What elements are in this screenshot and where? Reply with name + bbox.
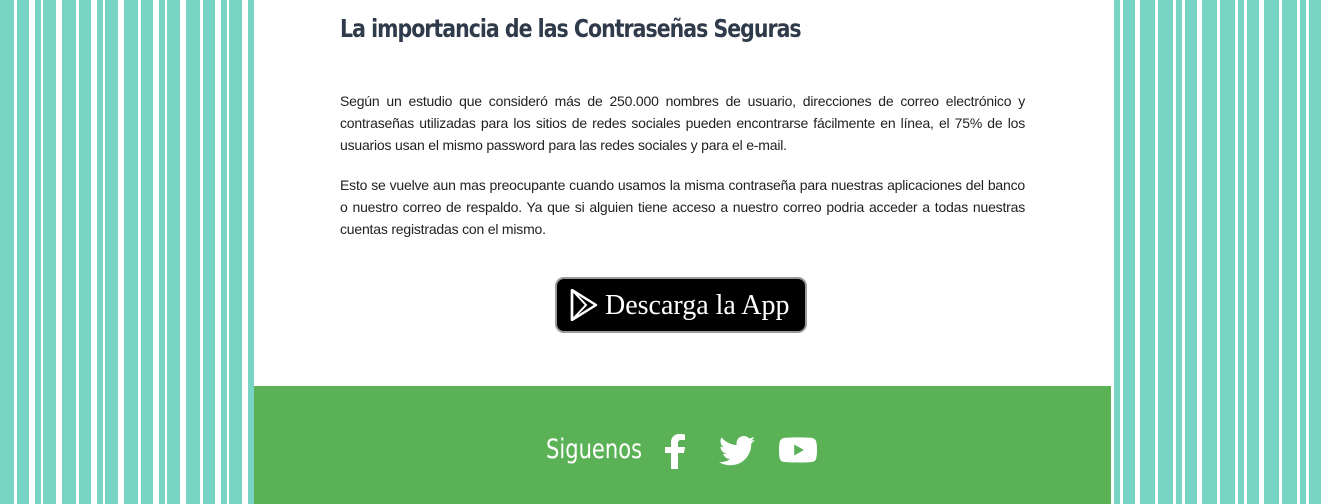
follow-us-label: Siguenos [546, 434, 643, 465]
left-stripe-background [0, 0, 254, 504]
facebook-icon[interactable] [664, 434, 686, 469]
twitter-icon[interactable] [719, 436, 755, 466]
article-paragraph-2: Esto se vuelve aun mas preocupante cuand… [340, 177, 1025, 237]
download-app-button[interactable]: Descarga la App [555, 277, 807, 333]
article-paragraph-1: Según un estudio que consideró más de 25… [340, 93, 1025, 153]
article-title: La importancia de las Contraseñas Segura… [340, 14, 802, 43]
youtube-icon[interactable] [779, 435, 817, 465]
footer: Siguenos [254, 386, 1111, 504]
right-stripe-background [1111, 0, 1324, 504]
google-play-icon [570, 289, 598, 321]
download-app-label: Descarga la App [605, 290, 790, 321]
article-content: La importancia de las Contraseñas Segura… [254, 0, 1111, 386]
